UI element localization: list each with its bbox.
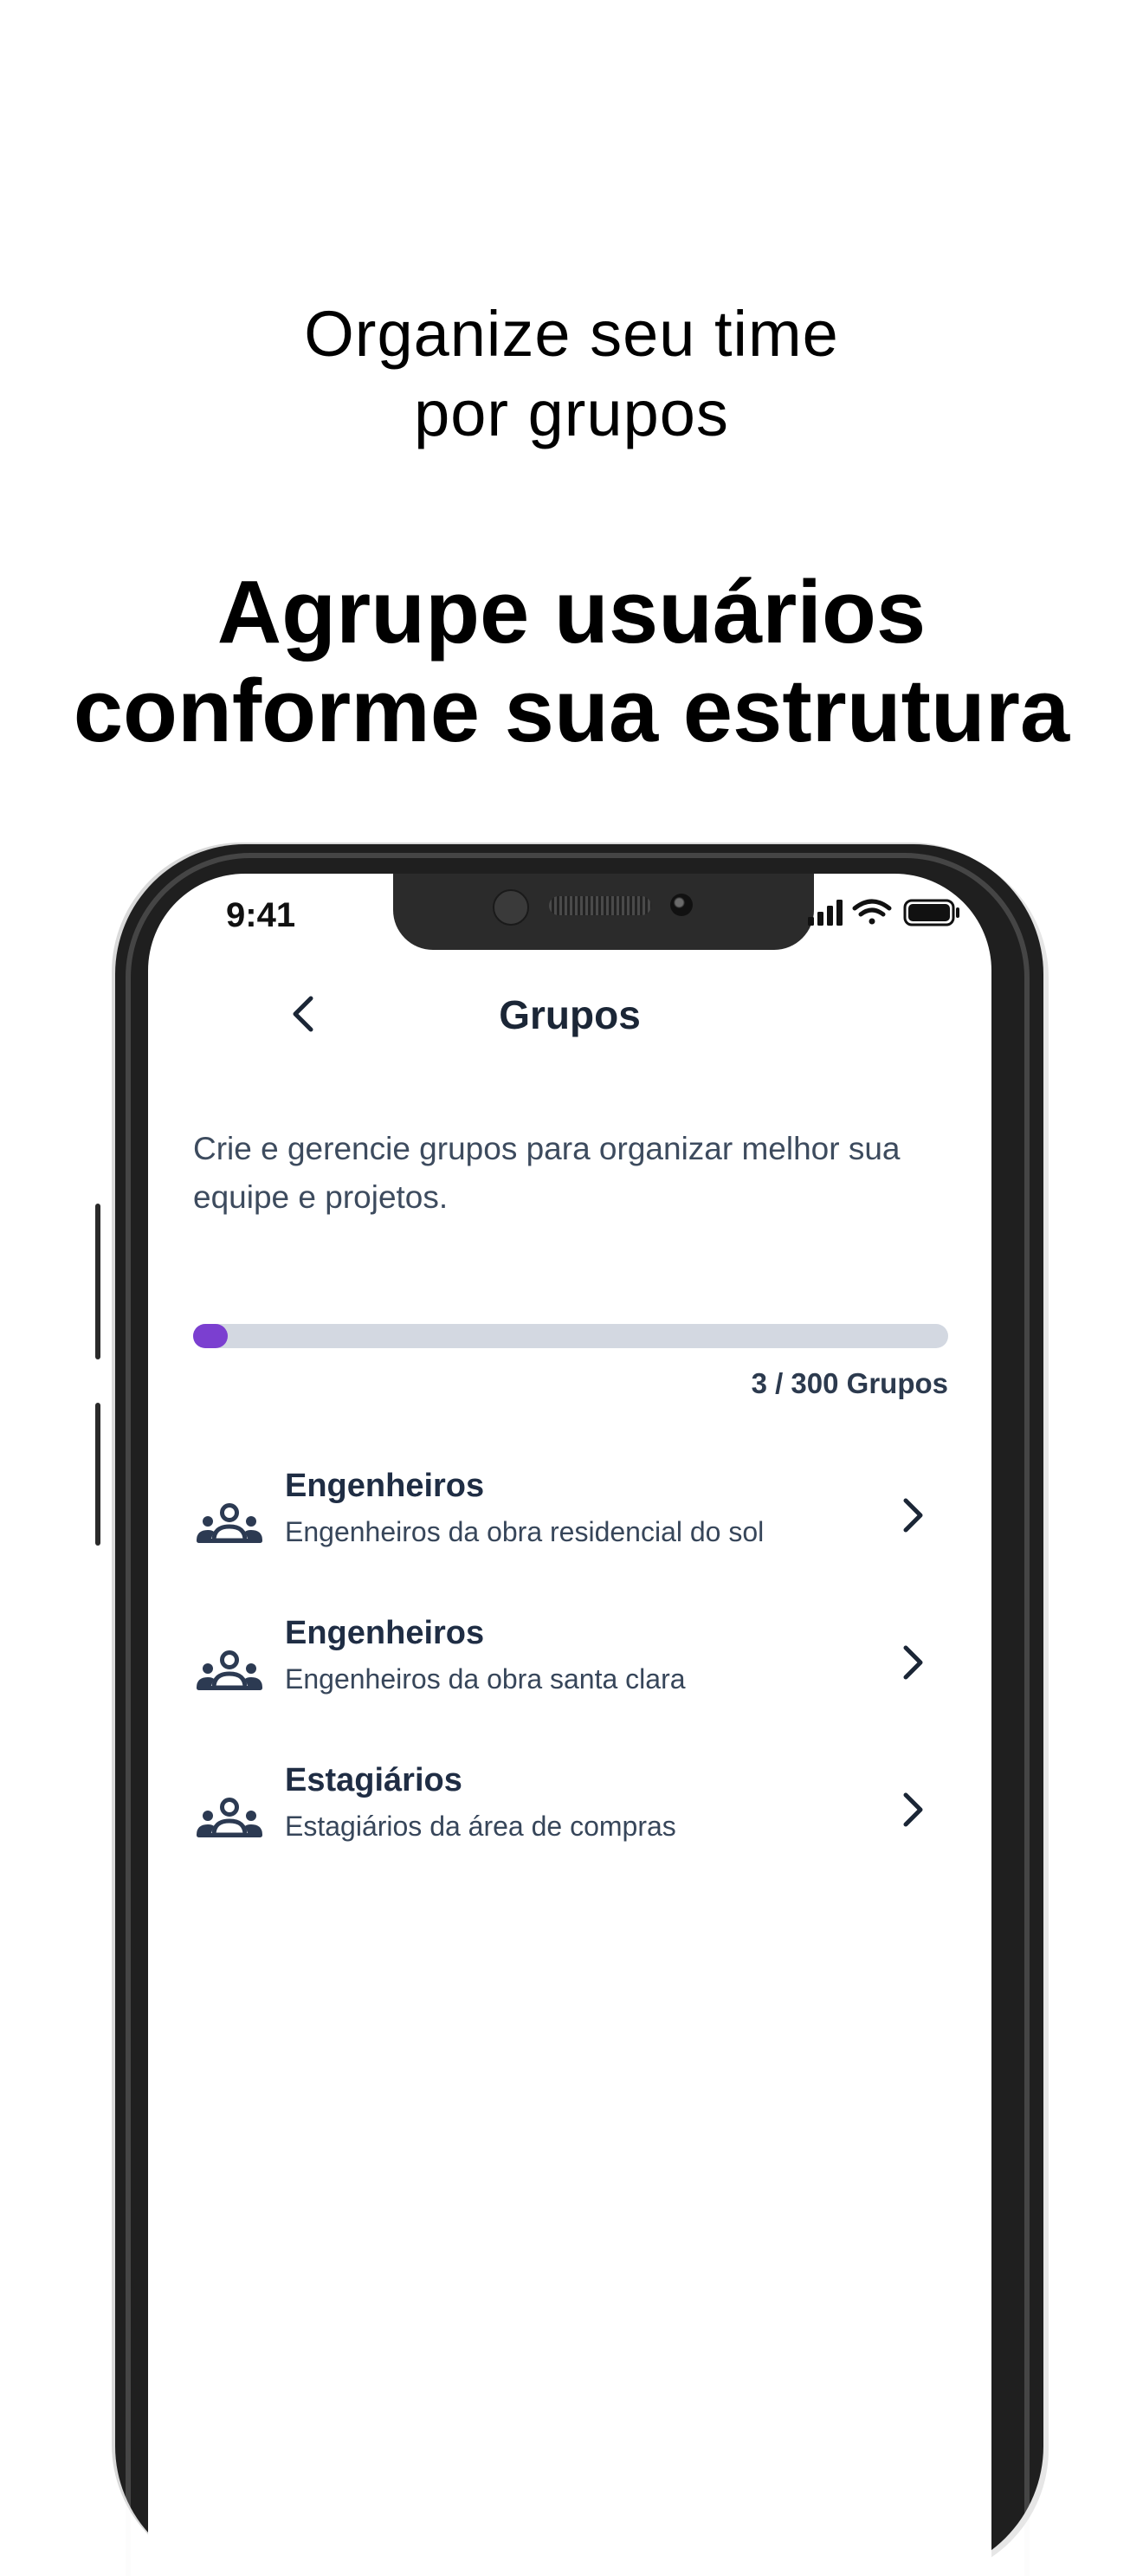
group-description: Engenheiros da obra residencial do sol xyxy=(285,1516,765,1547)
list-item[interactable]: Engenheiros Engenheiros da obra santa cl… xyxy=(193,1610,964,1757)
page-description: Crie e gerencie grupos para organizar me… xyxy=(193,1131,901,1215)
phone-notch xyxy=(393,874,814,950)
front-camera xyxy=(493,889,529,926)
page-title: Grupos xyxy=(499,992,641,1037)
signal-icon xyxy=(808,900,843,926)
promo-subtitle-line-1: Organize seu time xyxy=(304,298,839,370)
users-group-icon xyxy=(197,1503,262,1543)
phone-volume-up-button xyxy=(95,1204,100,1359)
users-group-icon xyxy=(197,1798,262,1837)
status-time: 9:41 xyxy=(226,896,296,934)
promo-headline-line-2: conforme sua estrutura xyxy=(73,661,1070,760)
chevron-right-icon xyxy=(903,1792,923,1827)
chevron-right-icon xyxy=(903,1498,923,1533)
list-item[interactable]: Engenheiros Engenheiros da obra residenc… xyxy=(193,1462,964,1610)
proximity-sensor xyxy=(670,894,693,916)
groups-usage-progress-fill xyxy=(193,1324,228,1348)
wifi-icon xyxy=(852,899,892,925)
phone-screen: 9:41 Grupos Crie e gerencie grupos para … xyxy=(148,874,991,2576)
earpiece-speaker xyxy=(549,896,651,915)
status-icons xyxy=(808,896,972,931)
groups-usage-progress-bar xyxy=(193,1324,948,1348)
promo-headline: Agrupe usuários conforme sua estrutura xyxy=(0,563,1143,760)
group-name: Engenheiros xyxy=(285,1468,485,1504)
group-name: Engenheiros xyxy=(285,1615,485,1651)
group-list: Engenheiros Engenheiros da obra residenc… xyxy=(193,1462,964,1904)
group-description: Engenheiros da obra santa clara xyxy=(285,1663,686,1695)
users-group-icon xyxy=(197,1650,262,1690)
promo-subtitle-line-2: por grupos xyxy=(414,378,729,449)
phone-frame: 9:41 Grupos Crie e gerencie grupos para … xyxy=(115,844,1043,2576)
group-description: Estagiários da área de compras xyxy=(285,1811,676,1842)
list-item[interactable]: Estagiários Estagiários da área de compr… xyxy=(193,1757,964,1904)
promo-headline-line-1: Agrupe usuários xyxy=(216,562,927,662)
battery-icon xyxy=(903,899,959,926)
chevron-right-icon xyxy=(903,1645,923,1680)
phone-volume-down-button xyxy=(95,1403,100,1546)
groups-usage-label: 3 / 300 Grupos xyxy=(751,1367,948,1399)
group-name: Estagiários xyxy=(285,1762,462,1798)
promo-subtitle: Organize seu time por grupos xyxy=(0,294,1143,454)
